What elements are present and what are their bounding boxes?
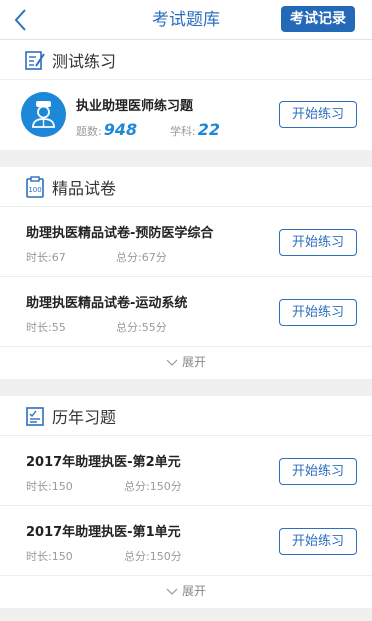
paper-title: 助理执医精品试卷-预防医学综合 xyxy=(26,226,214,241)
past-exam-row[interactable]: 2017年助理执医-第1单元 时长:150 总分:150分 开始练习 xyxy=(0,506,372,576)
exam-record-button[interactable]: 考试记录 xyxy=(281,6,355,32)
question-count-value: 948 xyxy=(103,120,138,139)
past-exam-title: 2017年助理执医-第2单元 xyxy=(26,455,181,470)
svg-text:100: 100 xyxy=(28,186,41,194)
question-count: 题数: 948 xyxy=(76,120,137,139)
start-practice-button[interactable]: 开始练习 xyxy=(279,101,357,128)
paper-duration: 时长:67 xyxy=(26,251,66,264)
past-exam-duration: 时长:150 xyxy=(26,480,73,493)
paper-title: 助理执医精品试卷-运动系统 xyxy=(26,296,188,311)
practice-section: 测试练习 执业助理医师练习题 题数: 948 学科: 22 开始练习 xyxy=(0,40,372,150)
practice-item-title: 执业助理医师练习题 xyxy=(76,99,194,114)
start-practice-button[interactable]: 开始练习 xyxy=(279,528,357,555)
checklist-icon xyxy=(26,406,44,426)
subject-count-label: 学科: xyxy=(170,125,196,138)
past-section-title: 历年习题 xyxy=(52,407,117,427)
paper-row[interactable]: 助理执医精品试卷-运动系统 时长:55 总分:55分 开始练习 xyxy=(0,277,372,347)
doctor-avatar-icon xyxy=(21,92,66,137)
subject-count-value: 22 xyxy=(197,120,220,139)
start-practice-button[interactable]: 开始练习 xyxy=(279,299,357,326)
practice-section-title: 测试练习 xyxy=(52,51,117,71)
notepad-edit-icon xyxy=(25,50,45,70)
paper-duration: 时长:55 xyxy=(26,321,66,334)
back-arrow-icon[interactable] xyxy=(10,7,34,33)
subject-count: 学科: 22 xyxy=(170,120,220,139)
start-practice-button[interactable]: 开始练习 xyxy=(279,229,357,256)
chevron-down-icon xyxy=(166,588,178,595)
practice-item[interactable]: 执业助理医师练习题 题数: 948 学科: 22 开始练习 xyxy=(0,80,372,150)
expand-label: 展开 xyxy=(181,355,206,369)
past-exam-title: 2017年助理执医-第1单元 xyxy=(26,525,181,540)
expand-label: 展开 xyxy=(181,584,206,598)
top-nav-bar: 考试题库 考试记录 xyxy=(0,0,372,40)
paper-row[interactable]: 助理执医精品试卷-预防医学综合 时长:67 总分:67分 开始练习 xyxy=(0,207,372,277)
question-count-label: 题数: xyxy=(76,125,102,138)
papers-section: 100 精品试卷 助理执医精品试卷-预防医学综合 时长:67 总分:67分 开始… xyxy=(0,167,372,379)
paper-score: 总分:67分 xyxy=(116,251,167,264)
paper-score: 总分:55分 xyxy=(116,321,167,334)
practice-section-header: 测试练习 xyxy=(0,40,372,80)
chevron-down-icon xyxy=(166,359,178,366)
past-exam-score: 总分:150分 xyxy=(124,550,182,563)
clipboard-100-icon: 100 xyxy=(26,175,44,198)
past-exam-score: 总分:150分 xyxy=(124,480,182,493)
papers-expand-button[interactable]: 展开 xyxy=(0,347,372,377)
start-practice-button[interactable]: 开始练习 xyxy=(279,458,357,485)
past-exams-section: 历年习题 2017年助理执医-第2单元 时长:150 总分:150分 开始练习 … xyxy=(0,396,372,608)
past-exam-row[interactable]: 2017年助理执医-第2单元 时长:150 总分:150分 开始练习 xyxy=(0,436,372,506)
papers-section-title: 精品试卷 xyxy=(52,178,117,198)
papers-section-header: 100 精品试卷 xyxy=(0,167,372,207)
past-section-header: 历年习题 xyxy=(0,396,372,436)
past-expand-button[interactable]: 展开 xyxy=(0,576,372,606)
past-exam-duration: 时长:150 xyxy=(26,550,73,563)
